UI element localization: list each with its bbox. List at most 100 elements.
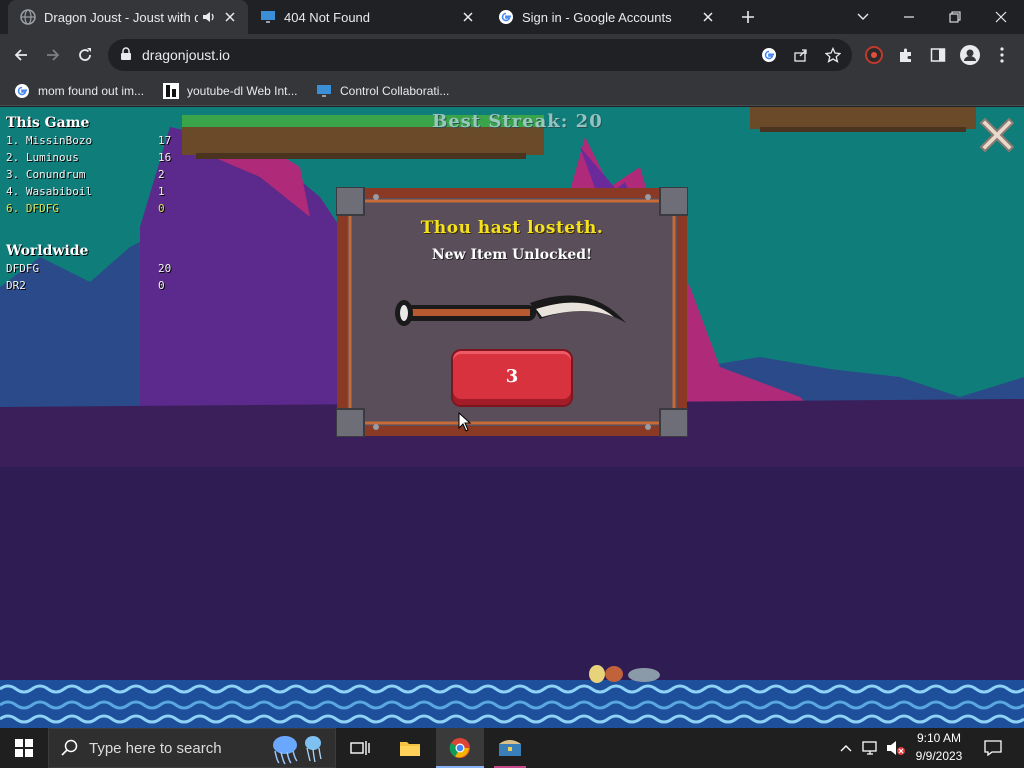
player-score: 0 [158,279,165,292]
tab-search-button[interactable] [840,0,886,34]
browser-toolbar: dragonjoust.io [0,34,1024,76]
player-score: 20 [158,262,172,275]
bookmark-item[interactable]: Control Collaborati... [316,82,449,100]
bookmark-label: youtube-dl Web Int... [187,84,298,98]
chrome-icon [449,738,470,758]
tab-title: Dragon Joust - Joust with dr [44,9,198,25]
windows-logo-icon [15,739,33,757]
plus-icon [742,11,754,23]
leaderboard-row: 4. Wasabiboil 1 [6,183,171,200]
profile-avatar-icon[interactable] [957,42,983,68]
google-lens-icon[interactable] [760,46,778,64]
leaderboard-row-current-player: 6. DFDFG 0 [6,200,171,217]
player-name: 1. MissinBozo [6,134,93,147]
clock-time[interactable]: 9:10 AM [904,731,974,745]
speaker-icon[interactable] [202,10,216,24]
monitor-icon [317,85,331,97]
search-placeholder: Type here to search [89,739,222,757]
modal-title: Thou hast losteth. [420,218,604,238]
close-icon [995,11,1007,23]
google-icon [499,10,513,24]
bookmark-label: Control Collaborati... [340,84,450,98]
defeat-modal: Thou hast losteth. New Item Unlocked! 3 [336,187,688,437]
show-hidden-icons-button[interactable] [836,728,856,768]
url-text: dragonjoust.io [142,47,230,63]
side-panel-icon[interactable] [925,42,951,68]
bookmark-star-icon[interactable] [824,46,842,64]
clock-date[interactable]: 9/9/2023 [904,749,974,763]
speaker-muted-icon [887,741,905,755]
tab-google-sign-in[interactable]: Sign in - Google Accounts [486,0,726,34]
arrow-left-icon [14,49,27,61]
player-name: DR2 [6,279,26,292]
lock-icon[interactable] [120,47,132,61]
tab-strip: Dragon Joust - Joust with dr 404 Not Fou… [0,0,1024,34]
tab-404[interactable]: 404 Not Found [248,0,486,34]
close-window-button[interactable] [978,0,1024,34]
globe-icon [20,9,36,25]
chevron-up-icon [840,745,852,752]
this-game-title: This Game [6,115,90,131]
network-button[interactable] [860,728,882,768]
new-tab-button[interactable] [737,6,759,28]
restore-button[interactable] [932,0,978,34]
tab-dragon-joust[interactable]: Dragon Joust - Joust with dr [8,0,248,34]
leaderboard-row: DR2 0 [6,277,171,294]
continue-countdown-button[interactable]: 3 [451,349,573,407]
arrow-right-icon [47,49,60,61]
tab-title: Sign in - Google Accounts [522,9,672,25]
start-button[interactable] [0,728,48,768]
curved-blade-icon [395,295,626,326]
bookmark-item[interactable]: youtube-dl Web Int... [163,82,298,100]
bookmarks-bar: mom found out im... youtube-dl Web Int..… [0,76,1024,106]
bookmark-label: mom found out im... [38,84,145,98]
restore-icon [949,11,961,23]
windows-taskbar: Type here to search 9:10 AM 9/9/2023 [0,728,1024,768]
search-icon [61,739,78,756]
game-canvas[interactable]: Best Streak: 20 This Game 1. MissinBozo 1… [0,107,1024,728]
player-name: 4. Wasabiboil [6,185,93,198]
address-bar[interactable]: dragonjoust.io [108,39,852,71]
player-name: 2. Luminous [6,151,79,164]
app-taskbar-button[interactable] [488,728,532,768]
file-explorer-button[interactable] [388,728,432,768]
network-icon [862,741,877,755]
player-name: 3. Conundrum [6,168,86,181]
minimize-icon [904,16,914,18]
youtube-dl-icon [163,83,179,99]
google-icon [15,84,29,98]
worldwide-leaderboard: Worldwide DFDFG 20 DR2 0 [6,243,171,294]
task-view-icon [350,741,370,755]
task-view-button[interactable] [340,728,380,768]
share-icon[interactable] [792,46,810,64]
notification-icon [984,740,1002,756]
extension-record-icon[interactable] [861,42,887,68]
menu-kebab-icon[interactable] [989,42,1015,68]
minimize-button[interactable] [886,0,932,34]
close-game-icon[interactable] [975,113,1019,157]
chrome-taskbar-button[interactable] [436,728,484,768]
jellyfish-search-highlight-icon [273,736,322,765]
close-tab-icon[interactable] [700,9,716,25]
forward-button[interactable] [40,42,66,68]
notifications-button[interactable] [976,728,1010,768]
close-tab-icon[interactable] [460,9,476,25]
chevron-down-icon [857,13,869,20]
player-name: 6. DFDFG [6,202,59,215]
close-tab-icon[interactable] [222,9,238,25]
player-score: 2 [158,168,165,181]
extensions-puzzle-icon[interactable] [893,42,919,68]
player-score: 0 [158,202,165,215]
leaderboard-row: DFDFG 20 [6,260,171,277]
reload-icon [79,48,91,61]
back-button[interactable] [8,42,34,68]
modal-subtitle: New Item Unlocked! [431,247,593,263]
bookmark-item[interactable]: mom found out im... [14,82,144,100]
taskbar-search-box[interactable]: Type here to search [48,728,336,768]
reload-button[interactable] [72,42,98,68]
best-streak-text: Best Streak: 20 [432,111,603,132]
leaderboard-row: 2. Luminous 16 [6,149,171,166]
player-score: 17 [158,134,172,147]
player-name: DFDFG [6,262,40,275]
mouse-cursor-icon [458,412,472,432]
